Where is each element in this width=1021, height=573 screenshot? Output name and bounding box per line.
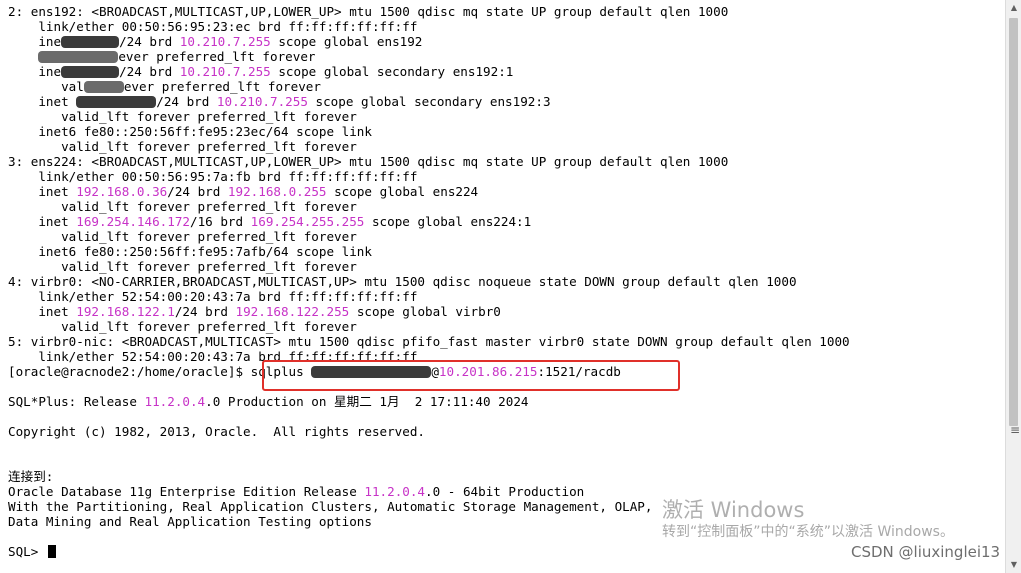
terminal-line: link/ether 52:54:00:20:43:7a brd ff:ff:f…: [8, 289, 418, 304]
vertical-scrollbar[interactable]: ▲ ≡ ▼: [1005, 0, 1021, 573]
scroll-up-icon[interactable]: ▲: [1006, 0, 1021, 16]
terminal-line: 5: virbr0-nic: <BROADCAST,MULTICAST> mtu…: [8, 334, 850, 349]
terminal-line: 3: ens224: <BROADCAST,MULTICAST,UP,LOWER…: [8, 154, 729, 169]
scroll-down-icon[interactable]: ▼: [1006, 557, 1021, 573]
terminal-line: valid_lft forever preferred_lft forever: [8, 319, 357, 334]
scroll-grip-icon: ≡: [1010, 423, 1021, 437]
terminal-line: link/ether 00:50:56:95:23:ec brd ff:ff:f…: [8, 19, 418, 34]
terminal-line: valid_lft forever preferred_lft forever: [8, 109, 357, 124]
connected-line: 连接到:: [8, 469, 54, 484]
text-cursor: [47, 545, 56, 558]
terminal-line: val ever preferred_lft forever: [8, 79, 321, 94]
redacted-ip: [76, 96, 157, 108]
sql-input-line[interactable]: SQL>: [8, 544, 56, 559]
terminal-line: valid_lft forever preferred_lft forever: [8, 139, 357, 154]
database-version-line: Oracle Database 11g Enterprise Edition R…: [8, 484, 585, 499]
options-line: Data Mining and Real Application Testing…: [8, 514, 372, 529]
copyright-line: Copyright (c) 1982, 2013, Oracle. All ri…: [8, 424, 426, 439]
terminal-line: inet 169.254.146.172/16 brd 169.254.255.…: [8, 214, 532, 229]
terminal-line: inet /24 brd 10.210.7.255 scope global s…: [8, 94, 551, 109]
terminal-line: inet 192.168.122.1/24 brd 192.168.122.25…: [8, 304, 501, 319]
redacted-ip: [61, 36, 120, 48]
windows-activation-subtitle: 转到“控制面板”中的“系统”以激活 Windows。: [662, 524, 954, 540]
terminal-line: link/ether 00:50:56:95:7a:fb brd ff:ff:f…: [8, 169, 418, 184]
scroll-thumb[interactable]: [1009, 18, 1018, 426]
terminal-line: valid_lft forever preferred_lft forever: [8, 259, 357, 274]
terminal-line: inet6 fe80::250:56ff:fe95:7afb/64 scope …: [8, 244, 372, 259]
terminal-window[interactable]: 2: ens192: <BROADCAST,MULTICAST,UP,LOWER…: [0, 0, 1005, 573]
sqlplus-release-line: SQL*Plus: Release 11.2.0.4.0 Production …: [8, 394, 529, 409]
terminal-line: 4: virbr0: <NO-CARRIER,BROADCAST,MULTICA…: [8, 274, 797, 289]
terminal-line: inet6 fe80::250:56ff:fe95:23ec/64 scope …: [8, 124, 372, 139]
shell-prompt: [oracle@racnode2:/home/oracle]$: [8, 364, 251, 379]
redacted-ip: [61, 66, 120, 78]
sql-prompt: SQL>: [8, 544, 46, 559]
terminal-line: ever preferred_lft forever: [8, 49, 315, 64]
terminal-line: ine/24 brd 10.210.7.255 scope global sec…: [8, 64, 514, 79]
redacted-text: [83, 81, 124, 93]
terminal-line: 2: ens192: <BROADCAST,MULTICAST,UP,LOWER…: [8, 4, 729, 19]
csdn-attribution: CSDN @liuxinglei13: [851, 543, 1001, 561]
windows-activation-title: 激活 Windows: [662, 498, 805, 522]
terminal-line: valid_lft forever preferred_lft forever: [8, 199, 357, 214]
command-highlight-box: [262, 360, 680, 391]
terminal-line: valid_lft forever preferred_lft forever: [8, 229, 357, 244]
options-line: With the Partitioning, Real Application …: [8, 499, 653, 514]
redacted-text: [38, 51, 119, 63]
terminal-line: ine/24 brd 10.210.7.255 scope global ens…: [8, 34, 423, 49]
terminal-line: inet 192.168.0.36/24 brd 192.168.0.255 s…: [8, 184, 479, 199]
